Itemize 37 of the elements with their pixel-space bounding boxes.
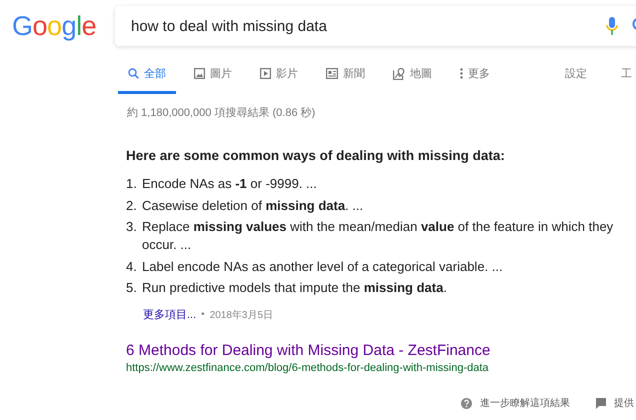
logo[interactable]: Google — [12, 10, 115, 42]
tool-link[interactable]: 工 — [621, 66, 632, 81]
search-field[interactable]: how to deal with missing data — [129, 16, 606, 36]
more-icon — [460, 68, 463, 79]
tab[interactable]: 影片 — [250, 66, 308, 94]
tool-link[interactable]: 設定 — [565, 66, 587, 81]
microphone-icon[interactable] — [606, 17, 618, 35]
list-number: 5. — [126, 279, 138, 297]
snippet-heading: Here are some common ways of dealing with missing data: — [126, 148, 506, 163]
tab[interactable]: 圖片 — [184, 66, 242, 94]
map-icon — [393, 68, 405, 80]
list-number: 2. — [126, 196, 138, 214]
list-item: Encode NAs as -1 or -9999. ... — [142, 175, 318, 193]
result-stats: 約 1,180,000,000 項搜尋結果 (0.86 秒) — [127, 106, 316, 120]
snippet-date: 2018年3月5日 — [210, 308, 274, 322]
list-item: Casewise deletion of missing data. ... — [142, 196, 364, 214]
list-item: Label encode NAs as another level of a categorical variable. ... — [142, 258, 504, 276]
list-item: Replace missing values with the mean/median value of the feature in which they occur. ... — [142, 218, 614, 254]
more-items-link[interactable]: 更多項目... — [143, 307, 196, 322]
separator-dot: • — [201, 309, 205, 320]
tab[interactable]: 全部 — [118, 66, 176, 94]
list-item: Run predictive models that impute the missing data. — [142, 279, 448, 297]
list-number: 3. — [126, 218, 138, 236]
result-title-link[interactable]: 6 Methods for Dealing with Missing Data - ZestFinance — [126, 342, 636, 359]
play-icon — [260, 68, 271, 79]
result-url: https://www.zestfinance.com/blog/6-methods-for-dealing-with-missing-data — [126, 362, 490, 374]
image-icon — [194, 68, 205, 79]
tab[interactable]: 更多 — [450, 66, 500, 94]
list-number: 1. — [126, 175, 138, 193]
about-link[interactable]: 進一步瞭解這項結果 — [461, 396, 570, 410]
list-number: 4. — [126, 258, 138, 276]
tab[interactable]: 地圖 — [383, 66, 442, 94]
search-icon — [128, 68, 139, 79]
newspaper-icon — [326, 68, 338, 79]
help-icon — [461, 398, 472, 408]
tab[interactable]: 新聞 — [316, 66, 375, 94]
feedback-link[interactable]: 提供 — [596, 396, 634, 410]
